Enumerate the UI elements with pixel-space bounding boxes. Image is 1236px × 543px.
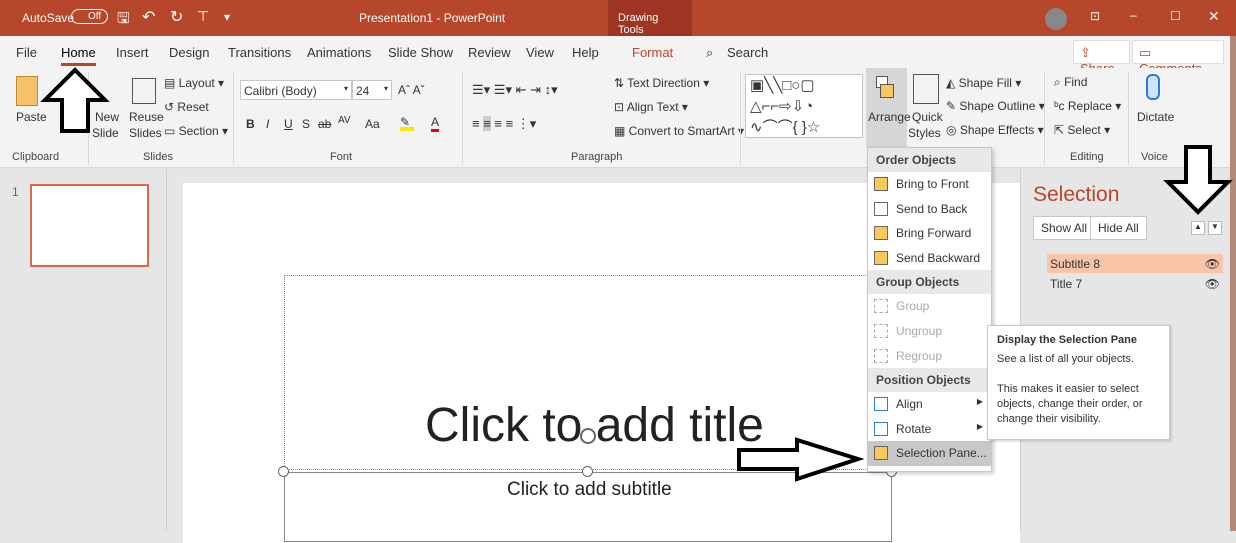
- up-arrow-annotation: [40, 67, 110, 133]
- right-arrow-annotation: [737, 437, 865, 482]
- annotation-arrows: [40, 67, 1233, 482]
- down-arrow-annotation: [1163, 145, 1233, 215]
